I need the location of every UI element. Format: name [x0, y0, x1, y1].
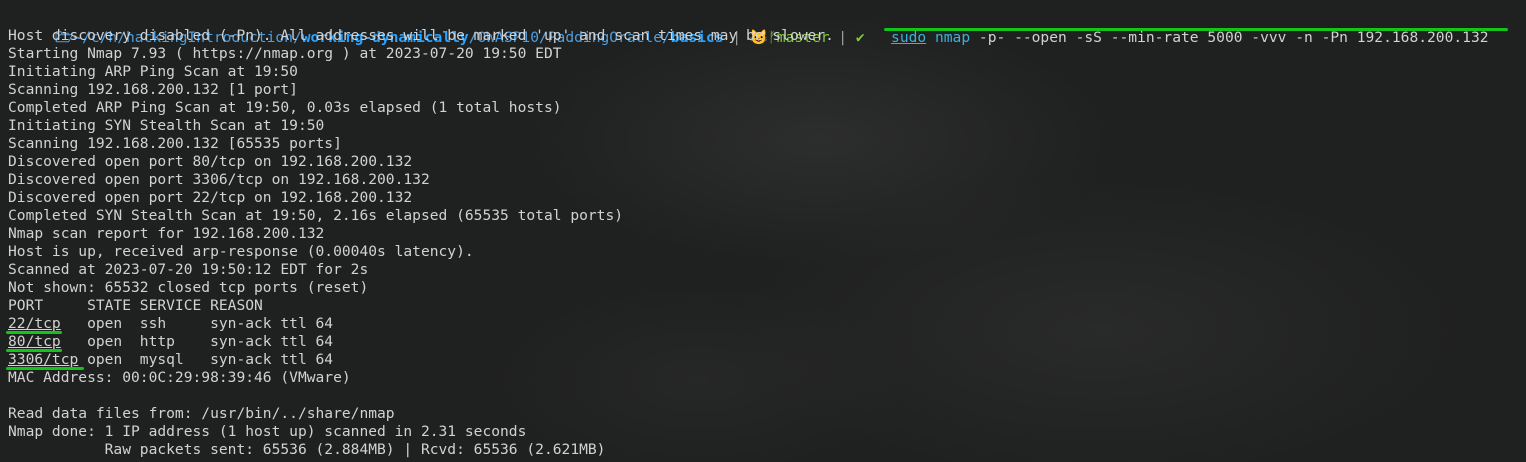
output-line: Discovered open port 80/tcp on 192.168.2… [8, 153, 413, 170]
command-name: nmap [934, 29, 971, 46]
output-line: Starting Nmap 7.93 ( https://nmap.org ) … [8, 45, 562, 62]
output-line: Raw packets sent: 65536 (2.884MB) | Rcvd… [8, 441, 606, 458]
status-check-icon: ✔ [855, 29, 865, 46]
output-line: Discovered open port 22/tcp on 192.168.2… [8, 189, 413, 206]
port-details: open ssh syn-ack ttl 64 [60, 315, 334, 332]
output-line: Discovered open port 3306/tcp on 192.168… [8, 171, 430, 188]
output-line: Nmap done: 1 IP address (1 host up) scan… [8, 423, 527, 440]
shell-prompt: 🗁~/c/h/hackingIntroduction/working-dynam… [20, 8, 1488, 46]
port-details: open mysql syn-ack ttl 64 [78, 351, 334, 368]
output-line: Scanning 192.168.200.132 [1 port] [8, 81, 298, 98]
port-number: 22/tcp [8, 315, 61, 332]
port-table-header: PORT STATE SERVICE REASON [8, 297, 263, 314]
output-line: Host discovery disabled (-Pn). All addre… [8, 27, 834, 44]
output-line: Scanning 192.168.200.132 [65535 ports] [8, 135, 342, 152]
output-line: Completed SYN Stealth Scan at 19:50, 2.1… [8, 207, 624, 224]
output-line: Initiating SYN Stealth Scan at 19:50 [8, 117, 325, 134]
output-line: Read data files from: /usr/bin/../share/… [8, 405, 395, 422]
port-details: open http syn-ack ttl 64 [60, 333, 334, 350]
command-args: -p- --open -sS --min-rate 5000 -vvv -n -… [970, 29, 1489, 46]
output-line: Host is up, received arp-response (0.000… [8, 243, 474, 260]
terminal-window[interactable]: 🗁~/c/h/hackingIntroduction/working-dynam… [0, 0, 1526, 462]
output-line: Scanned at 2023-07-20 19:50:12 EDT for 2… [8, 261, 369, 278]
output-line: Completed ARP Ping Scan at 19:50, 0.03s … [8, 99, 562, 116]
output-line: Not shown: 65532 closed tcp ports (reset… [8, 279, 369, 296]
port-number: 80/tcp [8, 333, 61, 350]
command-sudo: sudo [891, 29, 927, 46]
command-highlight-underline [884, 28, 1508, 31]
output-line: Initiating ARP Ping Scan at 19:50 [8, 63, 298, 80]
output-line: MAC Address: 00:0C:29:98:39:46 (VMware) [8, 369, 351, 386]
port-number: 3306/tcp [8, 351, 79, 368]
output-line: Nmap scan report for 192.168.200.132 [8, 225, 325, 242]
